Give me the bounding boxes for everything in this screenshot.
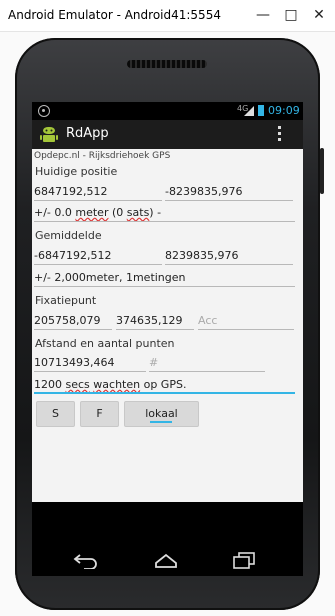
emulator-body: 4G 09:09 RdApp Opdepc.nl - Rijksdriehoek… (0, 32, 335, 616)
f-button[interactable]: F (80, 401, 119, 427)
accuracy-suffix: (0 (108, 206, 127, 219)
overflow-menu-icon[interactable] (276, 125, 282, 143)
battery-icon (258, 105, 264, 116)
device-screen: 4G 09:09 RdApp Opdepc.nl - Rijksdriehoek… (32, 102, 303, 576)
app-title: RdApp (66, 126, 109, 141)
accuracy-unit: meter (75, 206, 109, 219)
fixpoint-y-field[interactable]: 374635,129 (116, 314, 194, 330)
current-x-field[interactable]: 6847192,512 (34, 185, 162, 201)
app-content: Opdepc.nl - Rijksdriehoek GPS Huidige po… (32, 149, 303, 502)
average-accuracy-field[interactable]: +/- 2,000meter, 1metingen (34, 271, 295, 287)
minimize-button[interactable]: — (253, 6, 273, 24)
gps-icon (38, 105, 50, 117)
status-message-field[interactable]: 1200 secs wachten op GPS. (34, 378, 295, 394)
close-button[interactable]: ✕ (309, 6, 329, 24)
s-button[interactable]: S (36, 401, 75, 427)
phone-device: 4G 09:09 RdApp Opdepc.nl - Rijksdriehoek… (15, 38, 324, 610)
android-icon[interactable] (40, 125, 58, 143)
volume-rocker[interactable] (320, 148, 324, 194)
message-prefix: 1200 (34, 378, 66, 391)
current-accuracy-field[interactable]: +/- 0.0 meter (0 sats) - (34, 206, 295, 222)
sats-word: sats (126, 206, 150, 219)
lokaal-button[interactable]: lokaal (124, 401, 199, 427)
back-icon[interactable] (72, 551, 100, 569)
speaker-grille (127, 60, 207, 68)
maximize-button[interactable]: □ (281, 6, 301, 24)
recent-apps-icon[interactable] (230, 551, 258, 569)
lokaal-label: lokaal (145, 407, 178, 420)
message-secs: secs (65, 378, 90, 391)
current-y-field[interactable]: -8239835,976 (165, 185, 293, 201)
lokaal-indicator (150, 421, 172, 423)
fixpoint-x-field[interactable]: 205758,079 (34, 314, 112, 330)
status-clock: 09:09 (268, 104, 300, 117)
current-position-label: Huidige positie (35, 165, 118, 178)
navigation-bar (32, 544, 303, 576)
message-wachten: wachten (93, 378, 141, 391)
average-y-field[interactable]: 8239835,976 (165, 249, 293, 265)
window-title: Android Emulator - Android41:5554 (8, 8, 221, 22)
fixpoint-acc-field[interactable]: Acc (198, 314, 294, 330)
home-icon[interactable] (152, 551, 180, 569)
accuracy-prefix: +/- 0.0 (34, 206, 76, 219)
app-header-line: Opdepc.nl - Rijksdriehoek GPS (34, 151, 171, 161)
emulator-title-bar: Android Emulator - Android41:5554 — □ ✕ (0, 0, 335, 32)
accuracy-end: ) - (149, 206, 162, 219)
distance-label: Afstand en aantal punten (35, 337, 175, 350)
average-label: Gemiddelde (35, 229, 102, 242)
average-x-field[interactable]: -6847192,512 (34, 249, 162, 265)
status-bar: 4G 09:09 (32, 102, 303, 120)
signal-icon (244, 106, 254, 116)
message-suffix: op GPS. (140, 378, 187, 391)
fixpoint-label: Fixatiepunt (35, 294, 97, 307)
points-count-field[interactable]: # (149, 356, 265, 372)
action-bar: RdApp (32, 120, 303, 149)
distance-field[interactable]: 10713493,464 (34, 356, 146, 372)
